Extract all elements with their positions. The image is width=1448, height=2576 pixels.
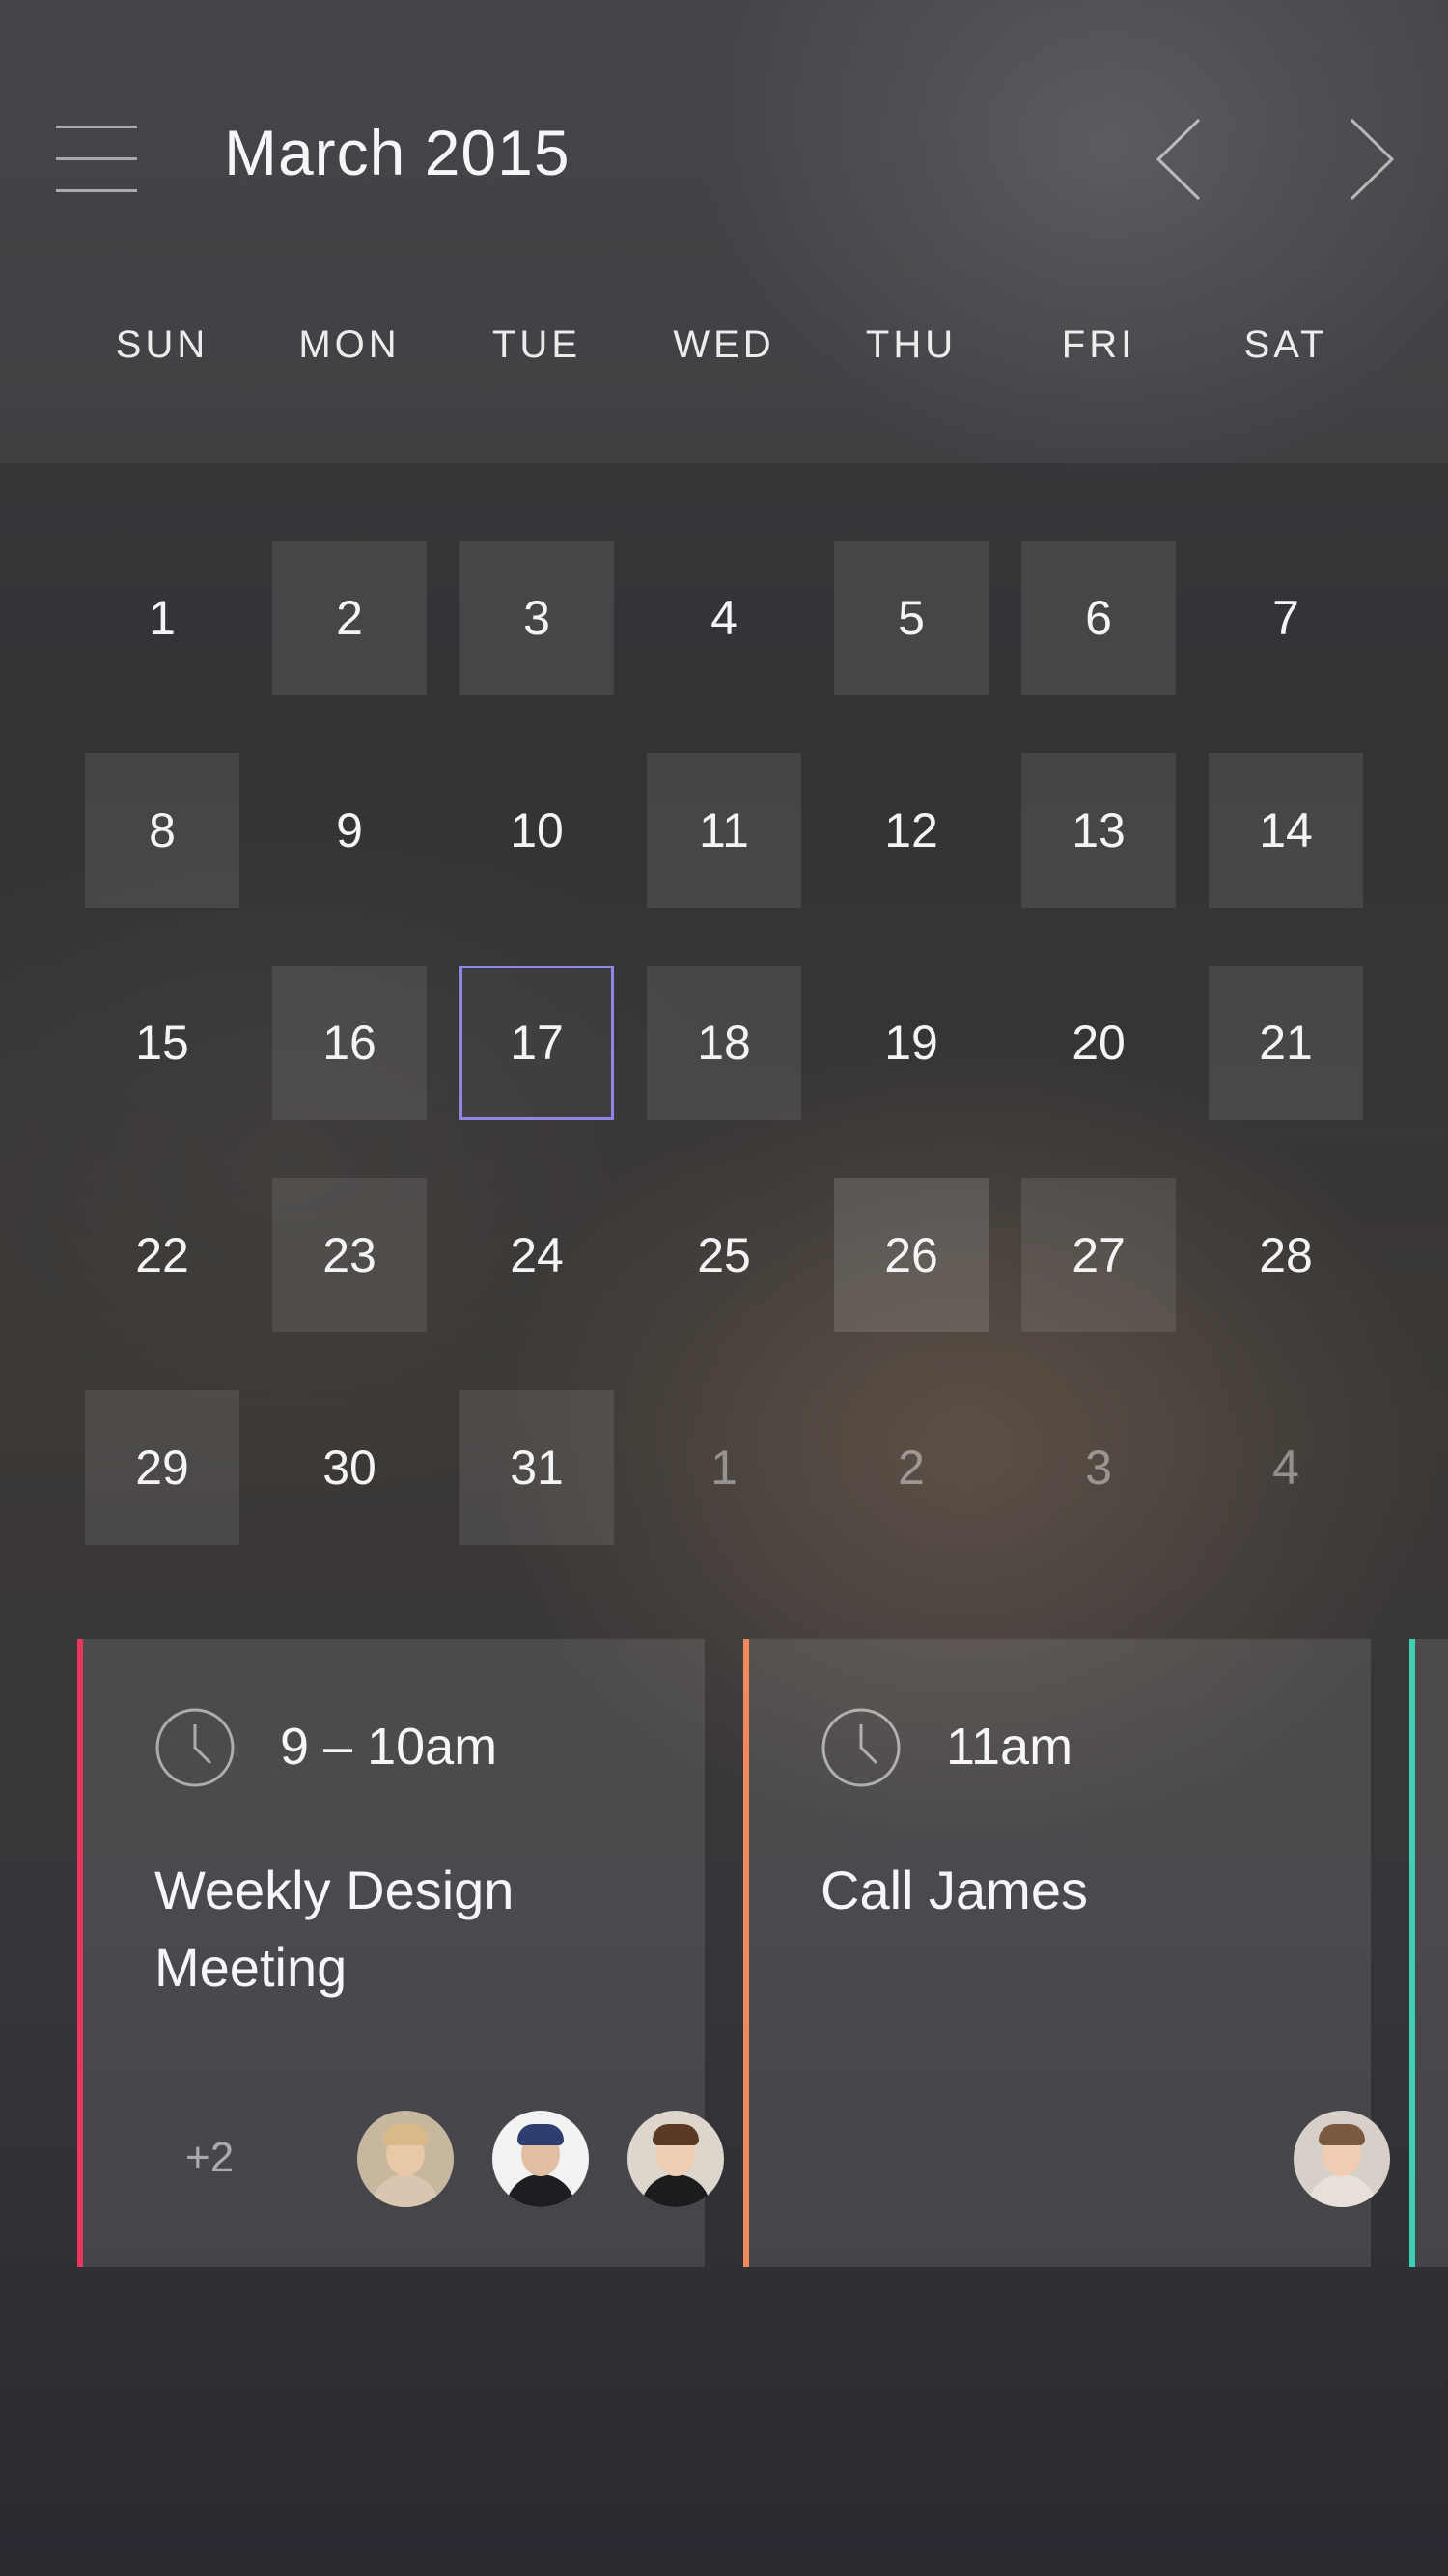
event-card[interactable] xyxy=(1409,1639,1448,2267)
day-cell[interactable]: 3 xyxy=(459,541,614,695)
day-cell-next-month[interactable]: 1 xyxy=(647,1390,801,1545)
day-cell[interactable]: 21 xyxy=(1209,966,1363,1120)
weekday-header-row: SUN MON TUE WED THU FRI SAT xyxy=(0,323,1448,381)
day-cell[interactable]: 28 xyxy=(1209,1178,1363,1332)
day-cell[interactable]: 29 xyxy=(85,1390,239,1545)
day-cell[interactable]: 8 xyxy=(85,753,239,908)
day-cell[interactable]: 24 xyxy=(459,1178,614,1332)
day-cell[interactable]: 6 xyxy=(1021,541,1176,695)
day-cell[interactable]: 2 xyxy=(272,541,427,695)
event-accent-bar xyxy=(1409,1639,1415,2267)
day-cell[interactable]: 26 xyxy=(834,1178,989,1332)
day-cell[interactable]: 31 xyxy=(459,1390,614,1545)
chevron-left-icon[interactable] xyxy=(1151,114,1209,205)
day-cell[interactable]: 15 xyxy=(85,966,239,1120)
day-cell[interactable]: 16 xyxy=(272,966,427,1120)
day-cell-next-month[interactable]: 2 xyxy=(834,1390,989,1545)
weekday-label-wed: WED xyxy=(673,323,775,366)
day-cell[interactable]: 18 xyxy=(647,966,801,1120)
event-time: 11am xyxy=(946,1718,1073,1776)
weekday-label-fri: FRI xyxy=(1061,323,1136,366)
hamburger-menu-icon[interactable] xyxy=(56,124,137,193)
calendar-header: March 2015 SUN MON TUE WED THU FRI SAT xyxy=(0,0,1448,463)
day-cell[interactable]: 4 xyxy=(647,541,801,695)
weekday-label-sat: SAT xyxy=(1243,323,1328,366)
day-cell[interactable]: 10 xyxy=(459,753,614,908)
attendee-avatar[interactable] xyxy=(627,2111,724,2207)
day-cell[interactable]: 1 xyxy=(85,541,239,695)
day-cell[interactable]: 22 xyxy=(85,1178,239,1332)
weekday-label-mon: MON xyxy=(298,323,401,366)
event-title: Call James xyxy=(821,1860,1088,1920)
event-card[interactable]: 11am Call James xyxy=(743,1639,1390,2267)
extra-attendees-count: +2 xyxy=(185,2134,235,2181)
day-cell[interactable]: 13 xyxy=(1021,753,1176,908)
day-cell[interactable]: 7 xyxy=(1209,541,1363,695)
calendar-days-grid: 1 2 3 4 5 6 7 8 9 10 11 12 13 14 15 16 17 18 19 20 21 22 23 24 2… xyxy=(0,463,1448,1622)
day-cell-next-month[interactable]: 4 xyxy=(1209,1390,1363,1545)
weekday-label-sun: SUN xyxy=(115,323,209,366)
events-carousel: 9 – 10am Weekly Design Meeting +2 11am Call … xyxy=(0,1639,1448,2269)
event-title: Weekly Design Meeting xyxy=(154,1860,515,1998)
day-cell[interactable]: 23 xyxy=(272,1178,427,1332)
day-cell-selected[interactable]: 17 xyxy=(459,966,614,1120)
attendee-avatar[interactable] xyxy=(357,2111,454,2207)
day-cell[interactable]: 5 xyxy=(834,541,989,695)
clock-icon xyxy=(154,1707,236,1788)
month-title: March 2015 xyxy=(224,117,571,188)
weekday-label-tue: TUE xyxy=(492,323,581,366)
day-cell-next-month[interactable]: 3 xyxy=(1021,1390,1176,1545)
day-cell[interactable]: 19 xyxy=(834,966,989,1120)
day-cell[interactable]: 11 xyxy=(647,753,801,908)
event-time: 9 – 10am xyxy=(280,1718,498,1776)
attendee-avatar[interactable] xyxy=(1294,2111,1390,2207)
day-cell[interactable]: 14 xyxy=(1209,753,1363,908)
weekday-label-thu: THU xyxy=(865,323,958,366)
day-cell[interactable]: 12 xyxy=(834,753,989,908)
event-card[interactable]: 9 – 10am Weekly Design Meeting +2 xyxy=(77,1639,724,2267)
day-cell[interactable]: 30 xyxy=(272,1390,427,1545)
chevron-right-icon[interactable] xyxy=(1342,114,1400,205)
event-accent-bar xyxy=(743,1639,749,2267)
event-accent-bar xyxy=(77,1639,83,2267)
clock-icon xyxy=(821,1707,902,1788)
day-cell[interactable]: 20 xyxy=(1021,966,1176,1120)
day-cell[interactable]: 9 xyxy=(272,753,427,908)
attendee-avatar[interactable] xyxy=(492,2111,589,2207)
day-cell[interactable]: 25 xyxy=(647,1178,801,1332)
day-cell[interactable]: 27 xyxy=(1021,1178,1176,1332)
